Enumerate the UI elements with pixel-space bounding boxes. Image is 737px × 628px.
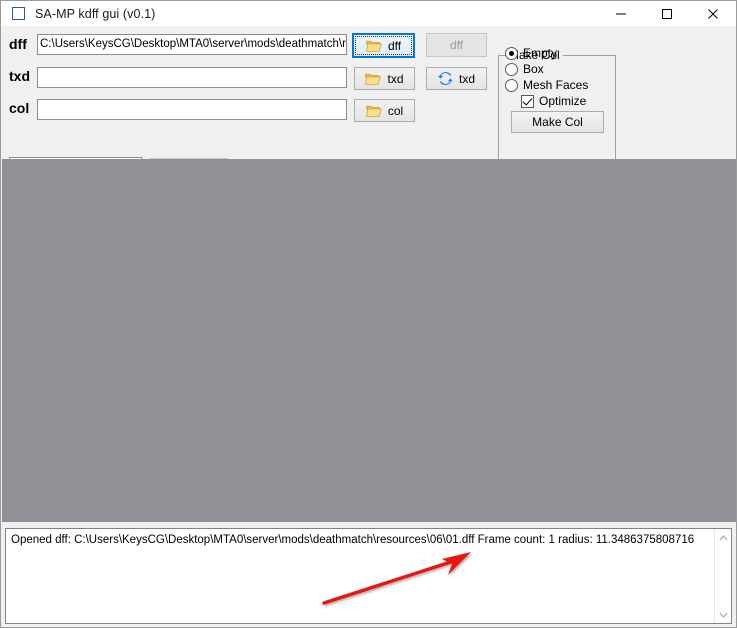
open-col-button-label: col [387,103,404,118]
radio-empty-label: Empty [523,46,558,60]
folder-icon [365,73,382,85]
save-dff-button-label: dff [449,38,464,52]
dff-path-input[interactable]: C:\Users\KeysCG\Desktop\MTA0\server\mods… [37,34,347,55]
reload-txd-button[interactable]: txd [426,67,487,90]
refresh-icon [438,71,453,86]
application-window: SA-MP kdff gui (v0.1) dff C:\Users\KeysC… [0,0,737,628]
make-col-button[interactable]: Make Col [511,111,604,133]
radio-empty[interactable]: Empty [505,46,557,60]
make-col-button-label: Make Col [532,115,583,129]
scroll-up-icon[interactable] [715,529,731,546]
folder-icon [366,40,382,52]
dff-label: dff [9,36,27,52]
minimize-icon[interactable] [598,1,644,26]
txd-path-input[interactable] [37,67,347,88]
maximize-icon[interactable] [644,1,690,26]
radio-empty-mark [505,46,518,60]
reload-txd-button-label: txd [458,71,475,86]
window-title: SA-MP kdff gui (v0.1) [35,6,156,21]
window-square-icon [12,7,25,20]
window-controls [598,1,736,26]
col-label: col [9,100,30,116]
log-line: Opened dff: C:\Users\KeysCG\Desktop\MTA0… [11,534,695,546]
optimize-label: Optimize [539,94,587,108]
open-dff-button[interactable]: dff [352,33,415,58]
open-txd-button[interactable]: txd [354,67,415,90]
optimize-check-mark [521,94,534,108]
open-txd-button-label: txd [387,71,404,86]
open-dff-button-label: dff [387,38,402,53]
radio-mesh-faces[interactable]: Mesh Faces [505,78,588,92]
radio-mesh-faces-label: Mesh Faces [523,78,589,92]
toolbar-panel: dff C:\Users\KeysCG\Desktop\MTA0\server\… [1,26,736,180]
col-path-input[interactable] [37,99,347,120]
optimize-checkbox[interactable]: Optimize [521,94,586,108]
model-viewport[interactable] [2,159,736,522]
focus-indicator [355,36,412,55]
close-icon[interactable] [690,1,736,26]
save-dff-button[interactable]: dff [426,33,487,57]
radio-mesh-faces-mark [505,78,518,92]
log-scrollbar[interactable] [714,529,731,623]
radio-box-label: Box [523,62,544,76]
title-bar: SA-MP kdff gui (v0.1) [1,1,736,26]
txd-label: txd [9,68,30,84]
radio-box-mark [505,62,518,76]
folder-icon [365,105,382,117]
open-col-button[interactable]: col [354,99,415,122]
radio-box[interactable]: Box [505,62,544,76]
log-panel[interactable]: Opened dff: C:\Users\KeysCG\Desktop\MTA0… [5,528,732,624]
scroll-down-icon[interactable] [715,606,731,623]
